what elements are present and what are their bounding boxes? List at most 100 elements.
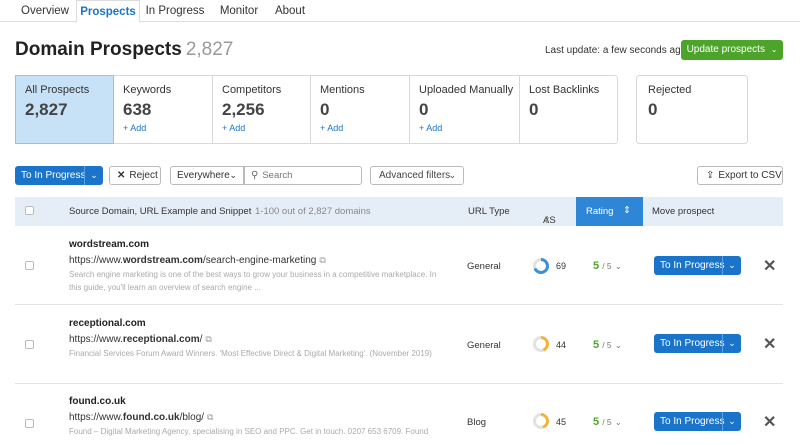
url-path: /blog/ <box>179 412 205 423</box>
to-in-progress-bulk-button[interactable]: To In Progress ⌄ <box>15 166 103 185</box>
card-mentions[interactable]: Mentions 0 + Add <box>311 76 410 143</box>
tab-prospects[interactable]: Prospects <box>76 0 140 23</box>
card-value: 0 <box>419 100 429 119</box>
reject-row-icon[interactable]: ✕ <box>763 334 776 354</box>
rating-value: 5 <box>593 416 600 428</box>
tab-monitor[interactable]: Monitor <box>211 0 267 22</box>
external-link-icon[interactable]: ⧉ <box>319 255 325 265</box>
card-all-prospects[interactable]: All Prospects 2,827 <box>15 75 114 144</box>
rating-value: 5 <box>593 339 600 351</box>
move-label: To In Progress <box>660 416 725 427</box>
snippet-line: Found – Digital Marketing Agency, specia… <box>69 427 429 436</box>
chevron-down-icon[interactable]: ⌄ <box>722 334 741 353</box>
row-snippet: Financial Services Forum Award Winners. … <box>69 347 454 360</box>
page-title-text: Domain Prospects <box>15 39 182 60</box>
search-input[interactable] <box>262 170 353 181</box>
card-value: 638 <box>123 100 152 119</box>
row-domain: wordstream.com <box>69 239 150 250</box>
url-domain: found.co.uk <box>122 412 180 423</box>
tab-overview[interactable]: Overview <box>14 0 76 22</box>
reject-row-icon[interactable]: ✕ <box>763 412 776 432</box>
external-link-icon[interactable]: ⧉ <box>207 412 213 422</box>
rating-value: 5 <box>593 260 600 272</box>
add-mentions-link[interactable]: + Add <box>320 123 409 133</box>
chevron-down-icon[interactable]: ⌄ <box>722 256 741 275</box>
card-value: 0 <box>529 100 539 119</box>
col-rating-header[interactable]: Rating ⇕ <box>576 197 643 226</box>
card-value: 2,827 <box>25 100 68 119</box>
row-as-value: 44 <box>556 340 567 350</box>
tab-in-progress[interactable]: In Progress <box>141 0 209 22</box>
move-to-in-progress-button[interactable]: To In Progress ⌄ <box>654 412 741 431</box>
chevron-down-icon[interactable]: ⌄ <box>722 412 741 431</box>
table-row: found.co.uk https://www.found.co.uk/blog… <box>15 385 783 445</box>
card-competitors[interactable]: Competitors 2,256 + Add <box>213 76 311 143</box>
search-field[interactable]: ⚲ <box>244 166 362 185</box>
row-rating[interactable]: 5 / 5 ⌄ <box>593 260 622 272</box>
authority-score-donut <box>533 413 549 429</box>
tab-about[interactable]: About <box>268 0 312 22</box>
col-rating-label: Rating <box>586 206 614 217</box>
card-value: 0 <box>648 100 658 119</box>
row-url-link[interactable]: https://www.receptional.com/⧉ <box>69 334 212 345</box>
row-rating[interactable]: 5 / 5 ⌄ <box>593 339 622 351</box>
table-header: Source Domain, URL Example and Snippet 1… <box>15 197 783 226</box>
card-label: Lost Backlinks <box>529 84 600 96</box>
reject-row-icon[interactable]: ✕ <box>763 256 776 276</box>
advanced-filters-button[interactable]: Advanced filters ⌄ <box>370 166 464 185</box>
reject-bulk-button[interactable]: ✕ Reject <box>109 166 161 185</box>
chevron-down-icon: ⌄ <box>614 417 622 427</box>
select-all-checkbox[interactable] <box>25 206 34 215</box>
url-path: / <box>199 334 203 345</box>
card-label: Keywords <box>123 84 172 96</box>
row-url-link[interactable]: https://www.found.co.uk/blog/⧉ <box>69 412 213 423</box>
card-label: Uploaded Manually <box>419 84 514 96</box>
row-url-type: Blog <box>467 417 487 428</box>
snippet-line: this guide, you'll learn an overview of … <box>69 283 261 292</box>
add-competitors-link[interactable]: + Add <box>222 123 310 133</box>
rating-of: / 5 <box>602 261 612 271</box>
row-snippet: Search engine marketing is one of the be… <box>69 268 454 294</box>
card-label: All Prospects <box>25 84 90 96</box>
update-prospects-button[interactable]: Update prospects ⌄ <box>681 40 783 60</box>
export-csv-button[interactable]: ⇪ Export to CSV <box>697 166 783 185</box>
chevron-down-icon[interactable]: ⌄ <box>84 166 103 185</box>
row-as-value: 45 <box>556 417 567 427</box>
row-snippet: Found – Digital Marketing Agency, specia… <box>69 425 454 438</box>
row-url-link[interactable]: https://www.wordstream.com/search-engine… <box>69 255 326 266</box>
card-keywords[interactable]: Keywords 638 + Add <box>114 76 213 143</box>
url-prefix: https://www. <box>69 334 123 345</box>
snippet-line: Financial Services Forum Award Winners. … <box>69 349 432 358</box>
row-checkbox[interactable] <box>25 340 34 349</box>
scope-select[interactable]: Everywhere ⌄ <box>170 166 244 185</box>
add-uploaded-link[interactable]: + Add <box>419 123 519 133</box>
card-rejected[interactable]: Rejected 0 <box>636 75 748 144</box>
url-domain: receptional.com <box>122 334 200 345</box>
row-rating[interactable]: 5 / 5 ⌄ <box>593 416 622 428</box>
url-domain: wordstream.com <box>122 255 203 266</box>
advanced-filters-label: Advanced filters <box>379 170 451 181</box>
card-uploaded-manually[interactable]: Uploaded Manually 0 + Add <box>410 76 520 143</box>
url-prefix: https://www. <box>69 255 123 266</box>
table-row: wordstream.com https://www.wordstream.co… <box>15 227 783 305</box>
tab-bar: Overview Prospects In Progress Monitor A… <box>0 0 800 23</box>
sort-icon: ⇕ <box>623 205 631 216</box>
card-lost-backlinks[interactable]: Lost Backlinks 0 <box>520 76 617 143</box>
col-range-text: 1-100 out of 2,827 domains <box>255 206 371 217</box>
row-as-value: 69 <box>556 261 567 271</box>
update-prospects-label: Update prospects <box>686 44 765 55</box>
external-link-icon[interactable]: ⧉ <box>205 334 211 344</box>
card-value: 0 <box>320 100 330 119</box>
chevron-down-icon: ⌄ <box>614 340 622 350</box>
last-update-text: Last update: a few seconds ago <box>545 45 687 56</box>
move-to-in-progress-button[interactable]: To In Progress ⌄ <box>654 256 741 275</box>
move-label: To In Progress <box>660 338 725 349</box>
scope-value: Everywhere <box>177 170 230 181</box>
move-to-in-progress-button[interactable]: To In Progress ⌄ <box>654 334 741 353</box>
col-source-header: Source Domain, URL Example and Snippet <box>69 206 252 217</box>
chevron-down-icon: ⌄ <box>229 170 237 180</box>
move-label: To In Progress <box>660 260 725 271</box>
row-checkbox[interactable] <box>25 261 34 270</box>
add-keywords-link[interactable]: + Add <box>123 123 212 133</box>
row-checkbox[interactable] <box>25 419 34 428</box>
